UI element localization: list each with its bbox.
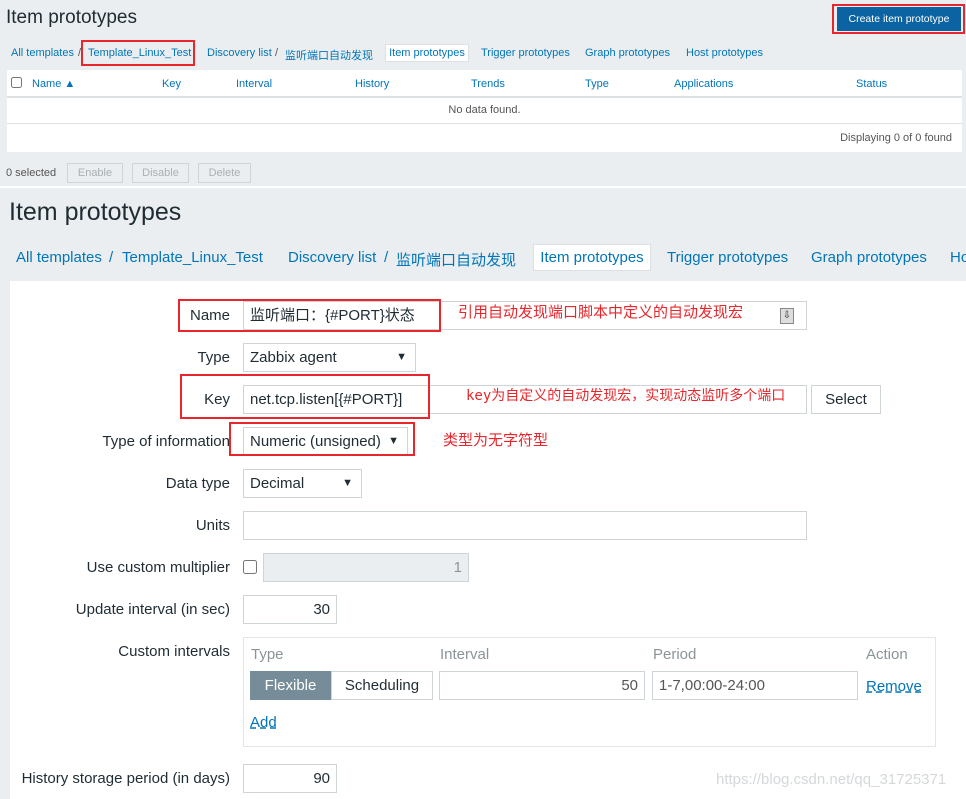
units-label: Units bbox=[195, 517, 230, 534]
units-input[interactable] bbox=[243, 511, 807, 540]
breadcrumb-discovery-list[interactable]: Discovery list bbox=[207, 47, 272, 59]
column-applications: Applications bbox=[674, 78, 734, 90]
data-type-label: Data type bbox=[165, 475, 230, 492]
breadcrumb-separator: / bbox=[275, 47, 279, 59]
watermark: https://blog.csdn.net/qq_31725371 bbox=[716, 771, 947, 788]
breadcrumb-separator: / bbox=[109, 249, 114, 266]
breadcrumb-discovery-list[interactable]: Discovery list bbox=[288, 249, 376, 266]
breadcrumb-all-templates[interactable]: All templates bbox=[16, 249, 102, 266]
breadcrumb-separator: / bbox=[384, 249, 389, 266]
displaying-count: Displaying 0 of 0 found bbox=[840, 132, 952, 144]
type-label: Type bbox=[197, 349, 230, 366]
page-title: Item prototypes bbox=[9, 198, 182, 226]
column-trends[interactable]: Trends bbox=[471, 78, 505, 90]
highlight-box bbox=[178, 299, 441, 332]
delete-button[interactable]: Delete bbox=[198, 163, 251, 183]
custom-multiplier-label: Use custom multiplier bbox=[86, 559, 230, 576]
history-input[interactable]: 90 bbox=[243, 764, 337, 793]
enable-button[interactable]: Enable bbox=[67, 163, 123, 183]
ci-period-input[interactable]: 1-7,00:00-24:00 bbox=[652, 671, 858, 700]
item-prototype-form: Name 监听端口：{#PORT}状态 ⇩ 引用自动发现端口脚本中定义的自动发现… bbox=[10, 281, 966, 799]
breadcrumb-template[interactable]: Template_Linux_Test bbox=[122, 249, 263, 266]
item-prototypes-list-panel: Item prototypes Create item prototype Al… bbox=[0, 0, 966, 186]
item-prototype-form-panel: Item prototypes All templates / Template… bbox=[0, 188, 966, 799]
tab-graph-prototypes[interactable]: Graph prototypes bbox=[811, 249, 927, 266]
ci-header-action: Action bbox=[866, 646, 908, 663]
column-type[interactable]: Type bbox=[585, 78, 609, 90]
column-key[interactable]: Key bbox=[162, 78, 181, 90]
select-all-checkbox[interactable] bbox=[11, 77, 22, 88]
disable-button[interactable]: Disable bbox=[132, 163, 189, 183]
column-interval[interactable]: Interval bbox=[236, 78, 272, 90]
scheduling-toggle[interactable]: Scheduling bbox=[331, 671, 433, 700]
breadcrumb-discovery-rule[interactable]: 监听端口自动发现 bbox=[396, 249, 516, 270]
item-prototypes-table: Name ▲ Key Interval History Trends Type … bbox=[7, 70, 962, 152]
highlight-box bbox=[832, 4, 965, 34]
tab-item-prototypes[interactable]: Item prototypes bbox=[385, 44, 469, 62]
tab-item-prototypes[interactable]: Item prototypes bbox=[533, 244, 651, 271]
update-interval-label: Update interval (in sec) bbox=[75, 601, 230, 618]
tab-trigger-prototypes[interactable]: Trigger prototypes bbox=[481, 47, 570, 59]
page-title: Item prototypes bbox=[6, 7, 137, 28]
flexible-toggle[interactable]: Flexible bbox=[250, 671, 331, 700]
custom-intervals-label: Custom intervals bbox=[118, 643, 230, 660]
tab-host-prototypes[interactable]: Ho bbox=[950, 249, 966, 266]
ci-header-type: Type bbox=[251, 646, 284, 663]
no-data-message: No data found. bbox=[448, 104, 521, 116]
highlight-box bbox=[180, 374, 430, 419]
update-interval-input[interactable]: 30 bbox=[243, 595, 337, 624]
annotation-key: key为自定义的自动发现宏，实现动态监听多个端口 bbox=[466, 388, 786, 404]
ci-interval-input[interactable]: 50 bbox=[439, 671, 645, 700]
tab-trigger-prototypes[interactable]: Trigger prototypes bbox=[667, 249, 788, 266]
ci-header-period: Period bbox=[653, 646, 697, 663]
type-select[interactable]: Zabbix agent bbox=[243, 343, 416, 372]
history-label: History storage period (in days) bbox=[21, 770, 230, 787]
annotation-name: 引用自动发现端口脚本中定义的自动发现宏 bbox=[458, 304, 744, 321]
ci-add-link[interactable]: Add bbox=[250, 714, 277, 731]
column-history[interactable]: History bbox=[355, 78, 389, 90]
text-expand-icon[interactable]: ⇩ bbox=[780, 308, 794, 324]
tab-graph-prototypes[interactable]: Graph prototypes bbox=[585, 47, 670, 59]
ci-header-interval: Interval bbox=[440, 646, 490, 663]
custom-multiplier-checkbox[interactable] bbox=[243, 560, 257, 574]
highlight-box bbox=[81, 40, 195, 66]
ci-remove-link[interactable]: Remove bbox=[866, 678, 922, 695]
breadcrumb-all-templates[interactable]: All templates bbox=[11, 47, 74, 59]
data-type-select[interactable]: Decimal bbox=[243, 469, 362, 498]
tab-host-prototypes[interactable]: Host prototypes bbox=[686, 47, 763, 59]
column-name[interactable]: Name ▲ bbox=[32, 78, 75, 90]
key-select-button[interactable]: Select bbox=[811, 385, 881, 414]
selected-count: 0 selected bbox=[6, 167, 57, 179]
type-of-information-label: Type of information bbox=[102, 433, 230, 450]
column-status[interactable]: Status bbox=[856, 78, 887, 90]
annotation-info: 类型为无字符型 bbox=[443, 432, 549, 449]
multiplier-input: 1 bbox=[263, 553, 469, 582]
custom-intervals-table: Type Interval Period Action Flexible Sch… bbox=[243, 637, 936, 747]
breadcrumb-discovery-rule[interactable]: 监听端口自动发现 bbox=[285, 47, 373, 63]
highlight-box bbox=[229, 422, 415, 456]
